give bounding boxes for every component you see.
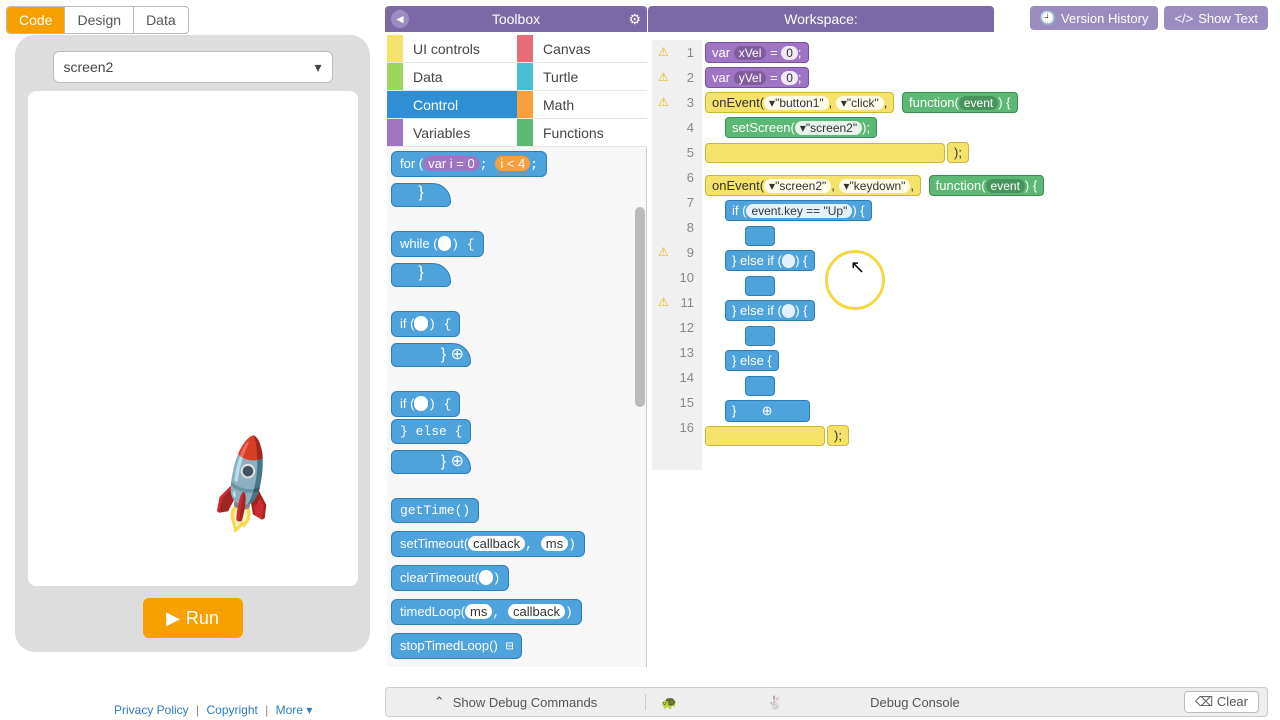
cat-turtle[interactable]: Turtle bbox=[517, 63, 647, 91]
app-preview-canvas[interactable]: 🚀 bbox=[28, 91, 358, 586]
block-while-end[interactable]: } bbox=[391, 263, 451, 287]
toolbox-title: Toolbox bbox=[492, 11, 540, 27]
run-button[interactable]: ▶ Run bbox=[143, 598, 243, 638]
toolbox-categories: UI controls Canvas Data Turtle Control M… bbox=[387, 35, 647, 147]
tab-design[interactable]: Design bbox=[64, 7, 133, 33]
view-mode-tabs: Code Design Data bbox=[6, 6, 189, 34]
line-gutter: 1 2 3 4 5 6 7 8 9 10 11 12 13 14 15 16 bbox=[652, 40, 702, 470]
header-buttons: 🕘 Version History </> Show Text bbox=[1030, 6, 1268, 30]
clock-icon: 🕘 bbox=[1040, 10, 1056, 26]
simulator-panel: screen2 ▾ 🚀 ▶ Run bbox=[15, 35, 370, 652]
workspace-title: Workspace: bbox=[784, 11, 858, 27]
block-end[interactable] bbox=[705, 143, 945, 163]
onevent-block[interactable]: onEvent(▾"screen2", ▾"keydown", bbox=[705, 175, 921, 196]
block-else[interactable]: } else { bbox=[391, 419, 471, 444]
debug-console-area: 🐢🐇 Debug Console bbox=[646, 695, 1184, 710]
cat-canvas[interactable]: Canvas bbox=[517, 35, 647, 63]
cat-variables[interactable]: Variables bbox=[387, 119, 517, 147]
block-end[interactable] bbox=[705, 426, 825, 446]
toolbox-header: ◄ Toolbox ⚙ bbox=[385, 6, 647, 32]
var-decl-block[interactable]: var xVel = 0; bbox=[705, 42, 809, 63]
block-timedloop[interactable]: timedLoop(ms, callback) bbox=[391, 599, 582, 625]
block-if-else[interactable]: if ( ) { bbox=[391, 391, 460, 417]
var-decl-block[interactable]: var yVel = 0; bbox=[705, 67, 809, 88]
empty-slot[interactable] bbox=[745, 226, 775, 246]
cat-ui-controls[interactable]: UI controls bbox=[387, 35, 517, 63]
play-icon: ▶ bbox=[166, 608, 180, 629]
block-for[interactable]: for (var i = 0; i < 4; bbox=[391, 151, 547, 177]
tab-code[interactable]: Code bbox=[7, 7, 64, 33]
debug-bar: ⌃ Show Debug Commands 🐢🐇 Debug Console ⌫… bbox=[385, 687, 1268, 717]
debug-console-label: Debug Console bbox=[870, 695, 960, 710]
copyright-link[interactable]: Copyright bbox=[206, 703, 257, 717]
block-cleartimeout[interactable]: clearTimeout( ) bbox=[391, 565, 509, 591]
tab-data[interactable]: Data bbox=[133, 7, 188, 33]
eraser-icon: ⌫ bbox=[1195, 694, 1213, 709]
screen-select-value: screen2 bbox=[64, 59, 114, 75]
else-block[interactable]: } else { bbox=[725, 350, 779, 371]
more-link[interactable]: More ▾ bbox=[276, 703, 313, 717]
block-gettime[interactable]: getTime() bbox=[391, 498, 479, 523]
cat-control[interactable]: Control bbox=[387, 91, 517, 119]
workspace-header: Workspace: bbox=[648, 6, 994, 32]
block-settimeout[interactable]: setTimeout(callback, ms) bbox=[391, 531, 585, 557]
cat-functions[interactable]: Functions bbox=[517, 119, 647, 147]
chevron-up-icon: ⌃ bbox=[434, 694, 445, 710]
block-while[interactable]: while ( ) { bbox=[391, 231, 484, 257]
setscreen-block[interactable]: setScreen(▾"screen2"); bbox=[725, 117, 877, 138]
toolbox-blocks-area[interactable]: for (var i = 0; i < 4; } while ( ) { } i… bbox=[387, 147, 647, 667]
cat-math[interactable]: Math bbox=[517, 91, 647, 119]
show-debug-commands-button[interactable]: ⌃ Show Debug Commands bbox=[386, 694, 646, 710]
speed-slider[interactable]: 🐢🐇 bbox=[661, 695, 783, 711]
function-block[interactable]: function(event) { bbox=[902, 92, 1018, 113]
function-block[interactable]: function(event) { bbox=[929, 175, 1045, 196]
onevent-block[interactable]: onEvent(▾"button1", ▾"click", bbox=[705, 92, 894, 113]
cat-data[interactable]: Data bbox=[387, 63, 517, 91]
show-text-button[interactable]: </> Show Text bbox=[1164, 6, 1268, 30]
block-if-end[interactable]: } ⊕ bbox=[391, 343, 471, 367]
screen-select-dropdown[interactable]: screen2 ▾ bbox=[53, 51, 333, 83]
block-ifelse-end[interactable]: } ⊕ bbox=[391, 450, 471, 474]
footer-links: Privacy Policy | Copyright | More ▾ bbox=[110, 703, 316, 717]
toolbox-back-icon[interactable]: ◄ bbox=[391, 10, 409, 28]
toolbox-gear-icon[interactable]: ⚙ bbox=[628, 11, 641, 28]
privacy-link[interactable]: Privacy Policy bbox=[114, 703, 189, 717]
empty-slot[interactable] bbox=[745, 326, 775, 346]
code-icon: </> bbox=[1174, 11, 1193, 26]
rocket-sprite[interactable]: 🚀 bbox=[187, 429, 302, 543]
toolbox-scrollbar[interactable] bbox=[635, 207, 645, 407]
clear-button[interactable]: ⌫ Clear bbox=[1184, 691, 1259, 713]
rabbit-icon: 🐇 bbox=[767, 695, 783, 711]
block-if[interactable]: if ( ) { bbox=[391, 311, 460, 337]
version-history-button[interactable]: 🕘 Version History bbox=[1030, 6, 1159, 30]
block-close[interactable]: } ⊕ bbox=[725, 400, 810, 422]
empty-slot[interactable] bbox=[745, 276, 775, 296]
elseif-block[interactable]: } else if ( ) { bbox=[725, 250, 815, 271]
block-for-end[interactable]: } bbox=[391, 183, 451, 207]
if-block[interactable]: if (event.key == "Up") { bbox=[725, 200, 872, 221]
workspace-code-area[interactable]: var xVel = 0; var yVel = 0; onEvent(▾"bu… bbox=[705, 40, 1257, 470]
elseif-block[interactable]: } else if ( ) { bbox=[725, 300, 815, 321]
dropdown-caret-icon: ▾ bbox=[314, 59, 321, 76]
empty-slot[interactable] bbox=[745, 376, 775, 396]
turtle-icon: 🐢 bbox=[661, 695, 677, 711]
block-stoptimedloop[interactable]: stopTimedLoop() ⊟ bbox=[391, 633, 522, 659]
